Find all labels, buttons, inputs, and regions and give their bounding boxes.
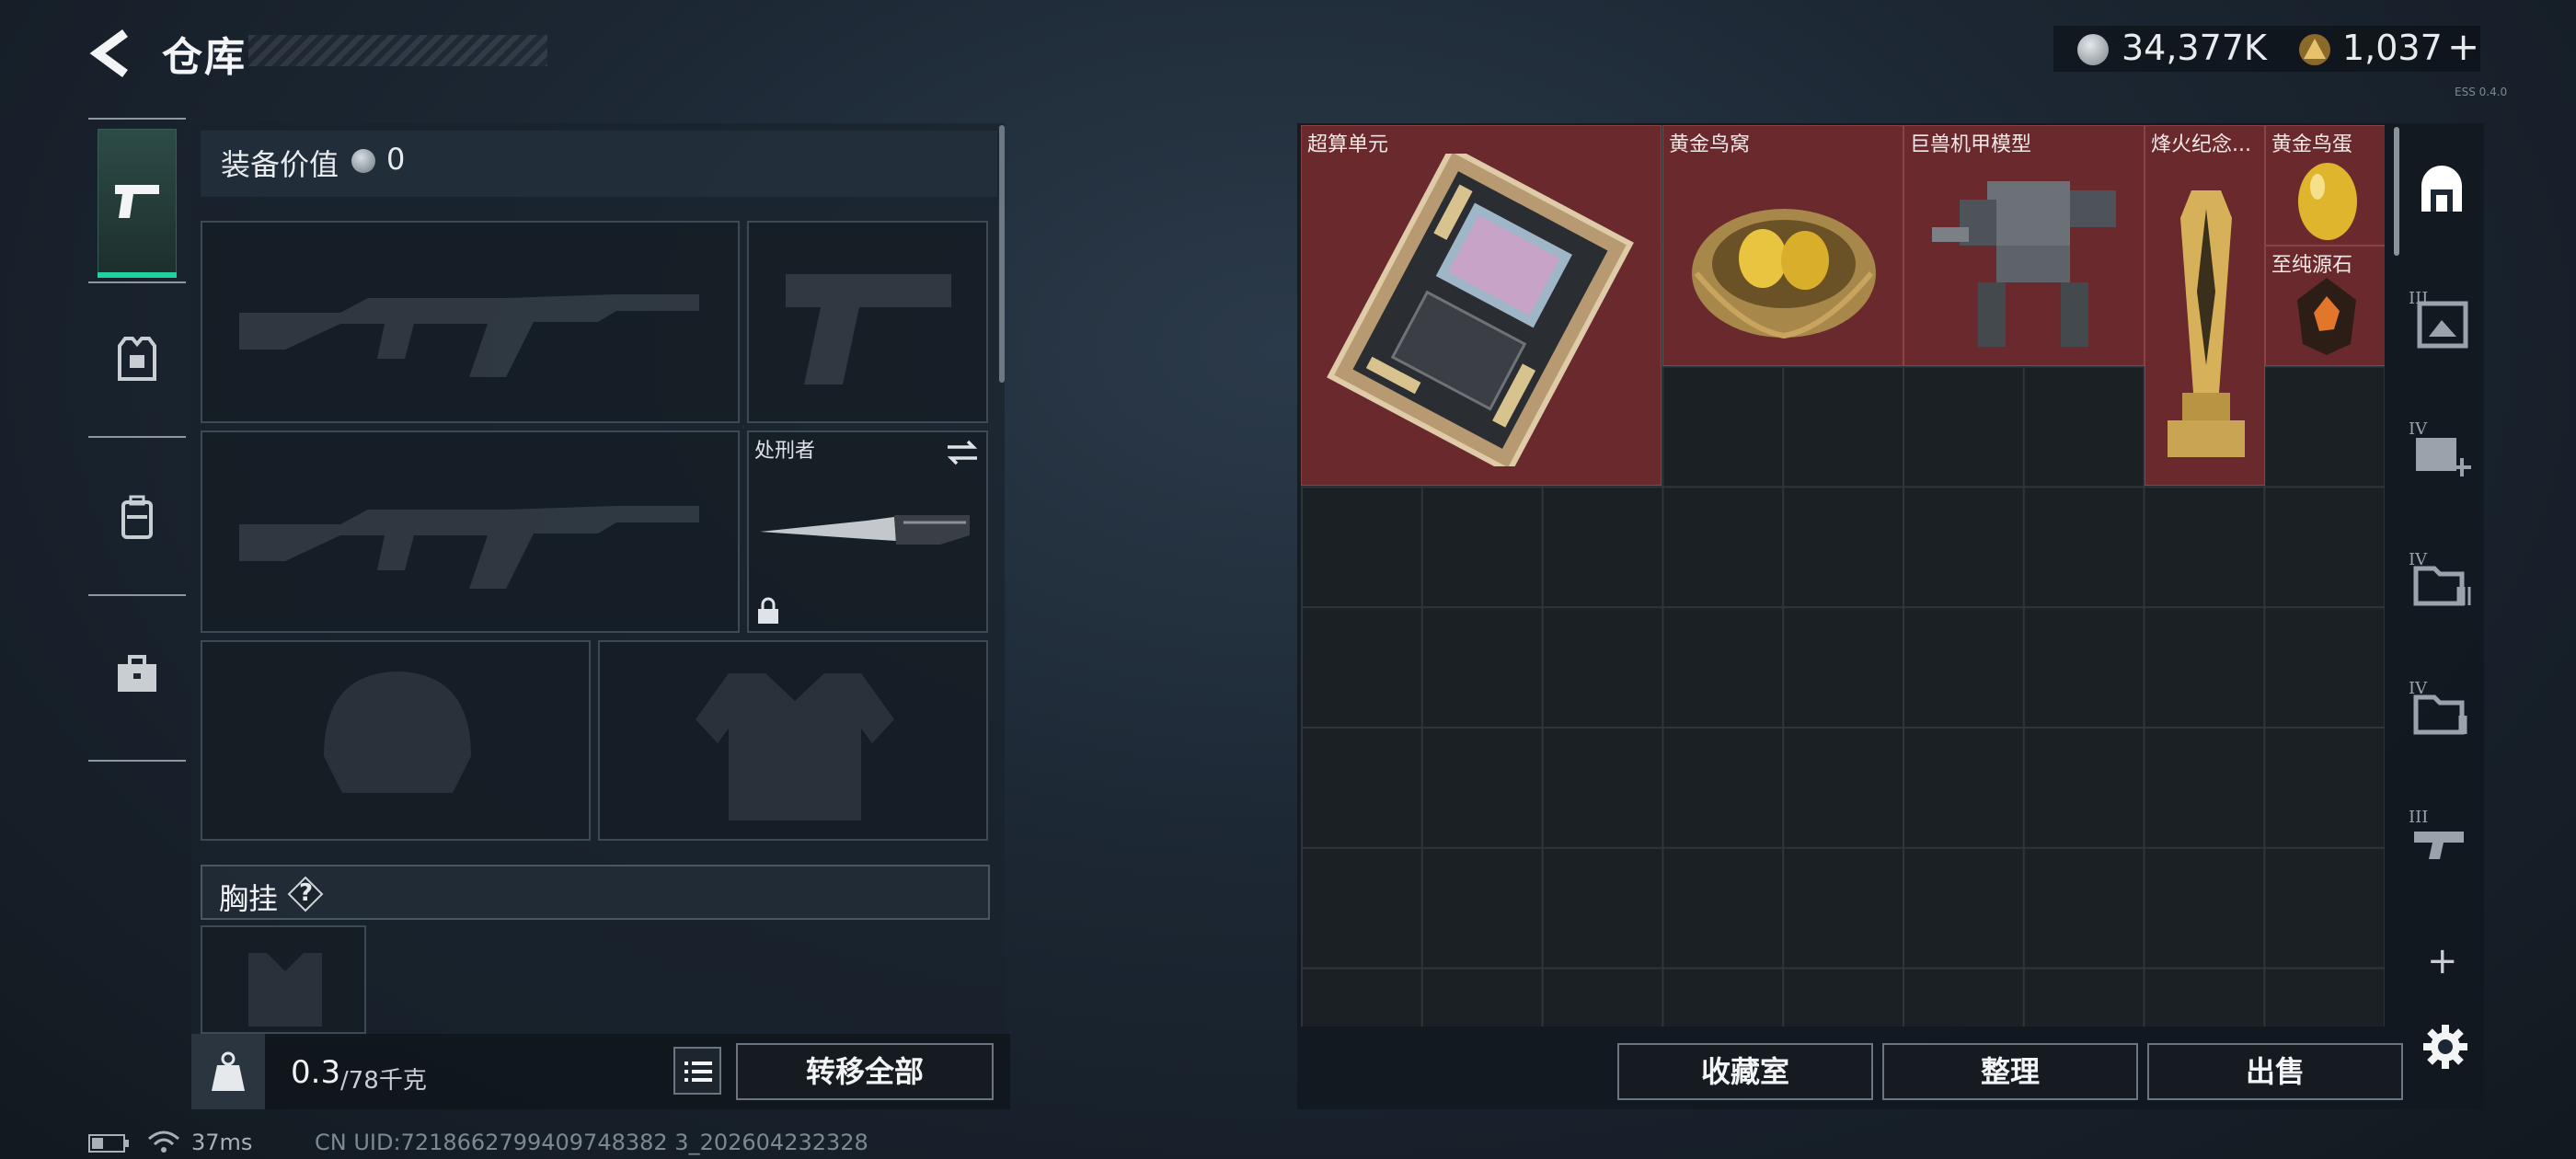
- weight-max: /78千克: [340, 1067, 427, 1095]
- help-icon[interactable]: ?: [287, 876, 324, 912]
- pistol-silhouette-icon: [786, 274, 951, 384]
- list-icon: [684, 1061, 712, 1082]
- sort-button[interactable]: 整理: [1882, 1043, 2138, 1100]
- nav-selected-indicator: [98, 272, 177, 278]
- equipment-value: 0: [386, 142, 406, 177]
- ping-value: 37ms: [191, 1130, 253, 1155]
- briefcase-icon: [118, 655, 156, 692]
- case-III-gun-icon: III: [2409, 808, 2464, 859]
- transfer-all-button[interactable]: 转移全部: [736, 1043, 994, 1100]
- case-IV-folder-icon: IV: [2409, 550, 2471, 606]
- list-view-button[interactable]: [673, 1047, 721, 1095]
- nav-divider: [88, 594, 186, 596]
- chest-rig-silhouette-icon: [248, 953, 322, 1027]
- chest-rig-slot[interactable]: [201, 925, 366, 1034]
- computing-unit-icon: [1327, 154, 1634, 466]
- primary-weapon-slot-2[interactable]: [201, 430, 740, 633]
- silver-coin-icon: [2077, 34, 2109, 65]
- stash-tab-case-3-gun[interactable]: III: [2407, 804, 2475, 872]
- case-IV-folder-icon: IV: [2409, 679, 2467, 735]
- stash-tab-case-4-folder-a[interactable]: IV: [2407, 546, 2475, 614]
- stash-tab-all[interactable]: [2407, 158, 2475, 226]
- collection-room-button[interactable]: 收藏室: [1617, 1043, 1873, 1100]
- swap-icon[interactable]: [944, 438, 981, 467]
- armor-vest-icon: [118, 337, 156, 381]
- back-button[interactable]: [85, 26, 136, 81]
- scrollbar[interactable]: [999, 125, 1005, 383]
- nav-tab-armor[interactable]: [98, 322, 177, 401]
- pure-source-stone-icon: [2297, 278, 2356, 355]
- case-IV-plus-icon: IV: [2409, 419, 2471, 476]
- nav-divider: [88, 760, 186, 762]
- weight-icon: [212, 1051, 245, 1091]
- nav-tab-items[interactable]: [98, 637, 177, 716]
- stash-tab-case-4-folder-b[interactable]: IV: [2407, 675, 2475, 743]
- melee-weapon-name: 处刑者: [754, 440, 816, 463]
- stash-grid: 超算单元 黄金鸟窝 巨兽机甲模型 烽火纪念... 黄金鸟蛋 至纯源石: [1301, 125, 2385, 1027]
- gear-icon: [2423, 1025, 2467, 1069]
- help-mark: ?: [299, 879, 314, 907]
- item-name: 烽火纪念...: [2151, 133, 2251, 156]
- wifi-icon: [148, 1130, 179, 1153]
- stash-item[interactable]: 烽火纪念...: [2145, 125, 2265, 486]
- memorial-trophy-icon: [2168, 190, 2245, 457]
- rifle-silhouette-icon: [239, 506, 699, 589]
- settings-button[interactable]: [2421, 1023, 2469, 1071]
- pistol-icon: [115, 185, 159, 218]
- knife-icon: [760, 515, 970, 545]
- stash-item[interactable]: 黄金鸟窝: [1662, 125, 1903, 366]
- scrollbar[interactable]: [2394, 127, 2399, 256]
- golden-egg-icon: [2298, 163, 2357, 240]
- item-name: 黄金鸟窝: [1669, 133, 1751, 156]
- user-uid: CN UID:7218662799409748382 3_20260423232…: [315, 1130, 868, 1155]
- nav-divider: [88, 118, 186, 120]
- stash-item[interactable]: 黄金鸟蛋: [2265, 125, 2385, 246]
- stash-item[interactable]: 超算单元: [1301, 125, 1662, 486]
- stash-tab-case-4-plus[interactable]: IV: [2407, 416, 2475, 484]
- silver-coin-icon: [351, 149, 375, 173]
- helmet-silhouette-icon: [324, 671, 471, 793]
- chest-rig-label: 胸挂: [219, 881, 279, 916]
- rifle-silhouette-icon: [239, 294, 699, 377]
- back-arrow-icon: [89, 29, 128, 78]
- body-armor-slot[interactable]: [598, 640, 988, 841]
- battery-icon: [88, 1134, 129, 1153]
- sell-button[interactable]: 出售: [2147, 1043, 2403, 1100]
- add-currency-button[interactable]: +: [2447, 24, 2479, 69]
- stash-item[interactable]: 至纯源石: [2265, 246, 2385, 366]
- svg-text:IV: IV: [2409, 419, 2428, 439]
- gold-currency-value: 1,037: [2342, 28, 2443, 68]
- helmet-slot[interactable]: [201, 640, 591, 841]
- stash-item[interactable]: 巨兽机甲模型: [1903, 125, 2145, 366]
- stash-tab-case-3-image[interactable]: III: [2407, 285, 2475, 353]
- svg-text:III: III: [2409, 808, 2428, 827]
- equipment-value-label: 装备价值: [221, 147, 339, 182]
- pistol-slot[interactable]: [747, 221, 988, 423]
- weight-current: 0.3: [291, 1054, 341, 1091]
- case-all-icon: [2421, 166, 2462, 212]
- title-decoration: [248, 35, 547, 66]
- nav-divider: [88, 436, 186, 438]
- page-title: 仓库: [162, 34, 247, 81]
- build-tag: ESS 0.4.0: [2455, 86, 2508, 98]
- nav-tab-backpack[interactable]: [98, 480, 177, 559]
- primary-weapon-slot-1[interactable]: [201, 221, 740, 423]
- backpack-icon: [121, 495, 153, 539]
- lock-icon: [758, 597, 778, 624]
- case-III-image-icon: III: [2409, 289, 2468, 349]
- weight-icon-box: [191, 1034, 265, 1109]
- gold-triangle-coin-icon: [2298, 33, 2331, 66]
- mech-model-icon: [1932, 181, 2116, 347]
- nav-divider: [88, 281, 186, 283]
- silver-currency-value: 34,377K: [2122, 28, 2267, 68]
- nav-tab-weapons[interactable]: [98, 129, 177, 276]
- golden-nest-icon: [1692, 209, 1876, 339]
- armor-silhouette-icon: [696, 673, 894, 820]
- add-case-button[interactable]: +: [2427, 940, 2458, 982]
